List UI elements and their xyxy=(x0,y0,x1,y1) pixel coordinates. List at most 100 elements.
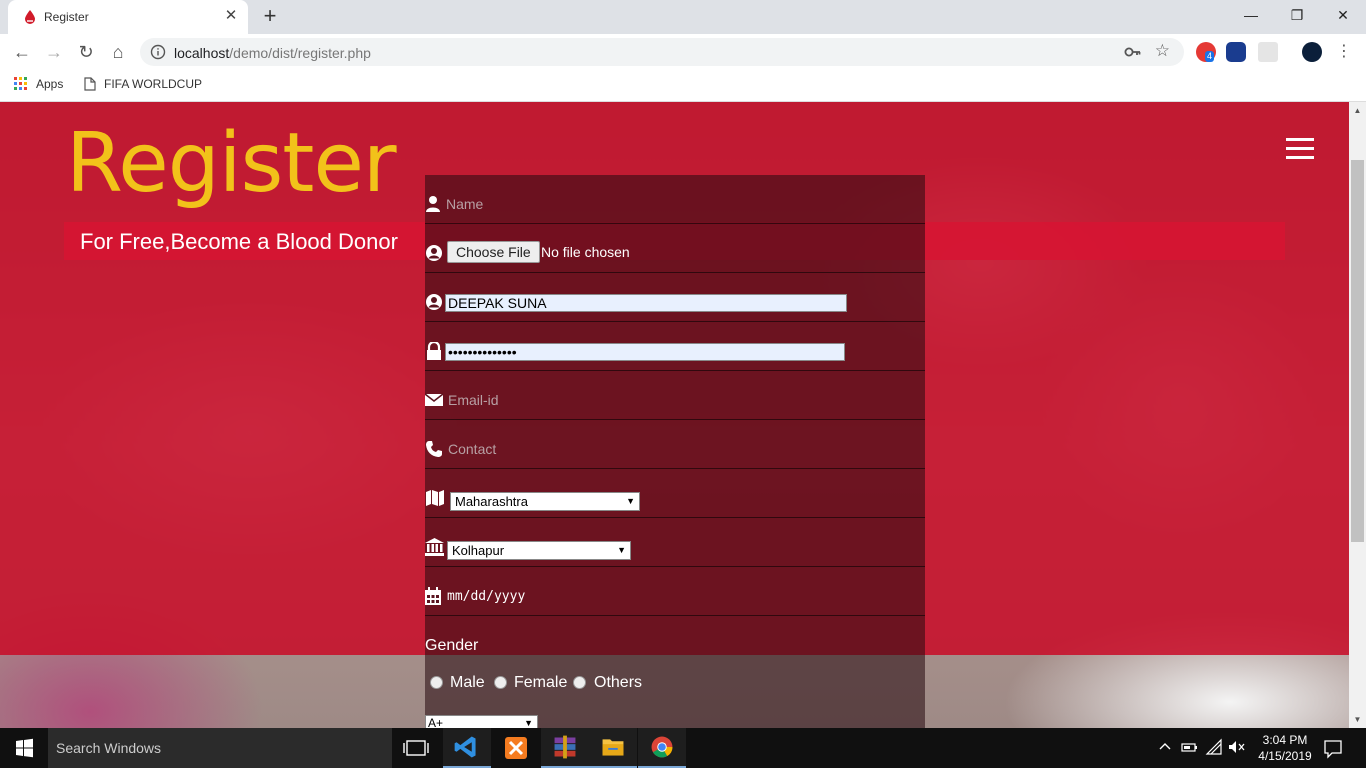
close-window-button[interactable]: ✕ xyxy=(1320,0,1366,30)
battery-icon[interactable] xyxy=(1180,738,1198,756)
bookmark-apps-label: Apps xyxy=(36,77,64,91)
gender-others-label: Others xyxy=(594,674,643,691)
blood-group-select[interactable]: A+ ▼ xyxy=(425,715,538,728)
phone-icon xyxy=(426,441,442,457)
contact-row: Contact xyxy=(425,420,925,469)
new-tab-button[interactable]: + xyxy=(258,5,282,29)
forward-button[interactable]: → xyxy=(42,40,66,64)
hamburger-menu-icon[interactable] xyxy=(1286,138,1314,160)
extension-badge-icon[interactable]: 4 xyxy=(1196,42,1216,62)
action-center-icon[interactable] xyxy=(1322,737,1344,759)
gender-male-label: Male xyxy=(450,674,485,691)
user-circle-icon xyxy=(426,245,442,261)
volume-muted-icon[interactable] xyxy=(1228,738,1246,756)
email-row: Email-id xyxy=(425,371,925,420)
home-button[interactable]: ⌂ xyxy=(106,40,130,64)
bookmark-apps[interactable]: Apps xyxy=(14,77,63,91)
file-status-text: No file chosen xyxy=(541,244,630,260)
grey-extension-icon[interactable] xyxy=(1258,42,1278,62)
chevron-down-icon: ▼ xyxy=(617,545,626,555)
close-tab-icon[interactable]: ✕ xyxy=(222,7,240,25)
address-bar[interactable]: localhost/demo/dist/register.php ☆ xyxy=(140,38,1184,66)
username-row: DEEPAK SUNA xyxy=(425,273,925,322)
state-select-value: Maharashtra xyxy=(455,494,528,509)
city-select[interactable]: Kolhapur ▼ xyxy=(447,541,631,560)
envelope-icon xyxy=(425,393,443,406)
tab-strip: Register ✕ + — ❐ ✕ xyxy=(0,0,1366,34)
user-circle-icon xyxy=(426,294,442,310)
user-icon xyxy=(426,196,440,212)
password-row: •••••••••••••• xyxy=(425,322,925,371)
password-input[interactable]: •••••••••••••• xyxy=(445,343,845,361)
chevron-down-icon: ▼ xyxy=(626,496,635,506)
windows-start-icon[interactable] xyxy=(0,728,48,768)
chevron-down-icon: ▼ xyxy=(524,718,533,728)
city-select-value: Kolhapur xyxy=(452,543,505,558)
cast-extension-icon[interactable] xyxy=(1226,42,1246,62)
minimize-button[interactable]: — xyxy=(1228,0,1274,30)
key-icon[interactable] xyxy=(1124,44,1142,60)
browser-menu-icon[interactable]: ⋮ xyxy=(1336,42,1352,62)
page-viewport: Register For Free,Become a Blood Donor N… xyxy=(0,102,1349,728)
bookmark-fifa-worldcup[interactable]: FIFA WORLDCUP xyxy=(84,77,202,91)
scroll-down-arrow-icon[interactable]: ▼ xyxy=(1349,711,1366,728)
scrollbar-thumb[interactable] xyxy=(1351,160,1364,542)
gender-female-radio[interactable] xyxy=(494,676,507,689)
photo-row: Choose File No file chosen xyxy=(425,224,925,273)
vscode-icon[interactable] xyxy=(443,728,491,768)
dob-row: mm/dd/yyyy xyxy=(425,567,925,616)
calendar-icon xyxy=(425,587,441,605)
extension-badge-count: 4 xyxy=(1205,51,1215,62)
bookmarks-bar: Apps FIFA WORLDCUP xyxy=(0,70,1366,102)
wifi-icon[interactable] xyxy=(1205,738,1223,756)
scroll-up-arrow-icon[interactable]: ▲ xyxy=(1349,102,1366,119)
username-input[interactable]: DEEPAK SUNA xyxy=(445,294,847,312)
bookmark-fifa-label: FIFA WORLDCUP xyxy=(104,77,203,91)
blood-group-value: A+ xyxy=(428,716,444,728)
bookmark-star-icon[interactable]: ☆ xyxy=(1155,41,1170,61)
clock-time: 3:04 PM xyxy=(1262,733,1308,747)
apps-grid-icon xyxy=(14,77,27,90)
register-form: Name Choose File No file chosen DEEPAK S… xyxy=(425,175,925,728)
chrome-icon[interactable] xyxy=(638,728,686,768)
state-select[interactable]: Maharashtra ▼ xyxy=(450,492,640,511)
reload-button[interactable]: ↻ xyxy=(74,40,98,64)
taskbar-clock[interactable]: 3:04 PM 4/15/2019 xyxy=(1250,732,1320,764)
clock-date: 4/15/2019 xyxy=(1258,749,1312,763)
gender-label: Gender xyxy=(425,637,479,654)
file-explorer-icon[interactable] xyxy=(589,728,637,768)
choose-file-button[interactable]: Choose File xyxy=(447,241,540,263)
state-row: Maharashtra ▼ xyxy=(425,469,925,518)
tab-register[interactable]: Register ✕ xyxy=(8,0,248,34)
gender-male-radio[interactable] xyxy=(430,676,443,689)
info-icon[interactable] xyxy=(150,44,166,60)
map-icon xyxy=(426,490,444,506)
lock-icon xyxy=(427,342,441,360)
chevron-up-icon[interactable] xyxy=(1156,738,1174,756)
windows-taskbar: Search Windows 3:04 PM 4/15/2019 xyxy=(0,728,1366,768)
tagline-text: For Free,Become a Blood Donor xyxy=(80,229,398,254)
name-row: Name xyxy=(425,175,925,224)
blood-drop-icon xyxy=(25,10,35,24)
url-text: localhost/demo/dist/register.php xyxy=(174,45,371,61)
contact-input[interactable]: Contact xyxy=(448,441,496,457)
taskbar-search-box[interactable]: Search Windows xyxy=(48,728,392,768)
institution-icon xyxy=(425,538,444,556)
winrar-icon[interactable] xyxy=(541,728,589,768)
profile-avatar[interactable] xyxy=(1302,42,1322,62)
gender-female-label: Female xyxy=(514,674,568,691)
tab-title: Register xyxy=(44,10,89,24)
back-button[interactable]: ← xyxy=(10,40,34,64)
dob-input[interactable]: mm/dd/yyyy xyxy=(447,589,525,604)
restore-button[interactable]: ❐ xyxy=(1274,0,1320,30)
xampp-icon[interactable] xyxy=(492,728,540,768)
page-icon xyxy=(84,77,96,91)
page-scrollbar[interactable]: ▲ ▼ xyxy=(1349,102,1366,728)
gender-others-radio[interactable] xyxy=(573,676,586,689)
name-input[interactable]: Name xyxy=(446,196,483,212)
taskbar-search-placeholder: Search Windows xyxy=(56,740,162,756)
email-input[interactable]: Email-id xyxy=(448,392,499,408)
city-row: Kolhapur ▼ xyxy=(425,518,925,567)
brand-title: Register xyxy=(66,116,397,211)
task-view-icon[interactable] xyxy=(392,728,440,768)
